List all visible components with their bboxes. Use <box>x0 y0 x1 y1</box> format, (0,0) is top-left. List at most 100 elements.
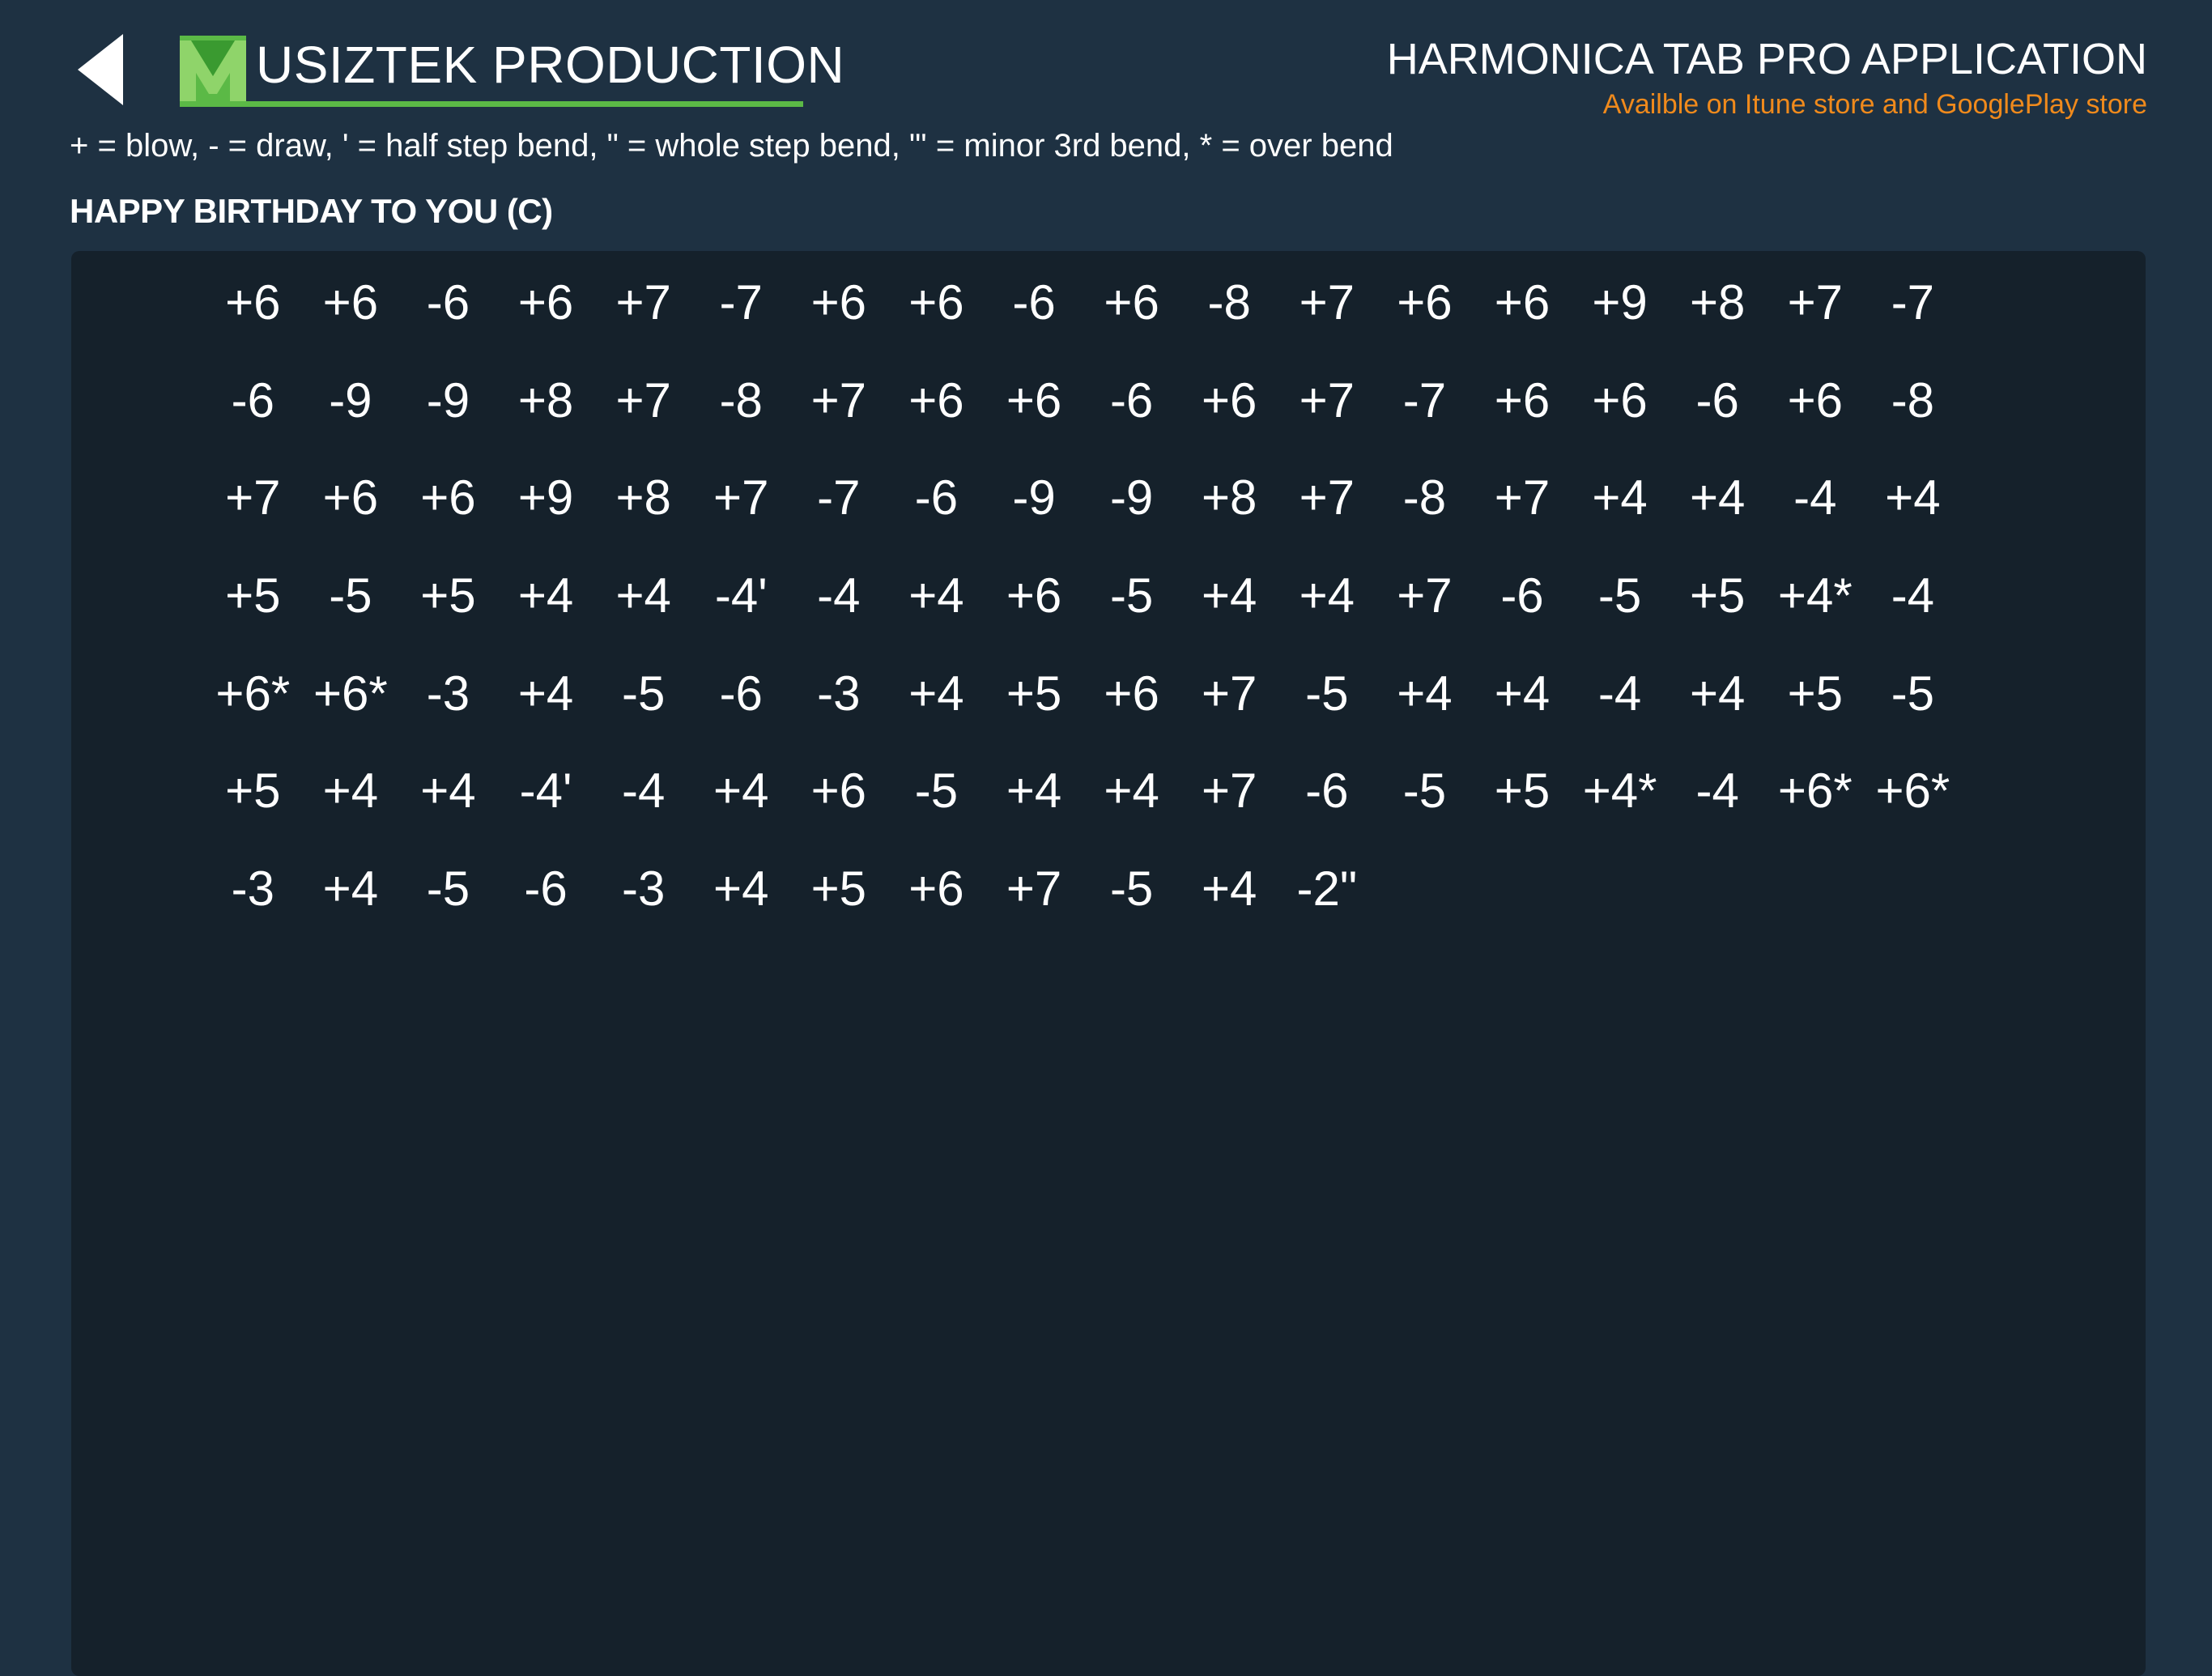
promo-block: HARMONICA TAB PRO APPLICATION Availble o… <box>1387 37 2147 118</box>
tab-note: -8 <box>719 372 763 428</box>
tab-note: -6 <box>426 275 470 330</box>
tab-note: +4 <box>1104 764 1159 819</box>
tab-note: -5 <box>1109 861 1154 917</box>
tab-note: -8 <box>1207 275 1251 330</box>
tab-note: +7 <box>1006 861 1062 917</box>
tab-note: +7 <box>1397 568 1453 623</box>
tab-note: +4 <box>322 861 379 917</box>
tab-note: +6* <box>1777 764 1853 819</box>
tab-note: +6 <box>1787 372 1843 428</box>
musiztek-logo-icon <box>180 36 246 105</box>
tab-note: -5 <box>621 666 666 721</box>
tab-note: +6 <box>322 470 379 525</box>
tab-note: +6 <box>810 764 867 819</box>
tab-note: +7 <box>1787 275 1843 330</box>
tab-note: -9 <box>329 372 372 428</box>
song-title: HAPPY BIRTHDAY TO YOU (C) <box>70 192 553 230</box>
tab-note: +5 <box>1006 666 1062 721</box>
tab-note: -5 <box>1402 764 1447 819</box>
tab-note: +6 <box>420 470 476 525</box>
tab-note: +4 <box>713 764 769 819</box>
tab-note: -5 <box>329 568 372 623</box>
tab-note: +6 <box>1006 568 1062 623</box>
tab-note: -6 <box>1695 372 1739 428</box>
tab-note: +8 <box>1689 275 1746 330</box>
tab-note: +4 <box>1202 568 1257 623</box>
tab-note: -4 <box>1891 568 1935 623</box>
tab-note: +5 <box>225 568 281 623</box>
tab-grid: +6 +6 -6 +6 +7 -7 +6 +6 -6 +6 -8 +7 +6 +6 +9 +8 +7 -7 -6 -9… <box>204 267 1962 951</box>
tab-note: -9 <box>1012 470 1056 525</box>
tab-note: +7 <box>1299 372 1355 428</box>
tab-note: +6* <box>313 666 388 721</box>
tab-note: -2" <box>1296 861 1358 917</box>
tab-note: -5 <box>914 764 959 819</box>
tab-note: -8 <box>1891 372 1935 428</box>
tab-note: +6 <box>322 275 379 330</box>
tab-note: +7 <box>1299 275 1355 330</box>
tab-note: +6 <box>1104 666 1159 721</box>
tab-note: -4 <box>621 764 666 819</box>
tab-note: -3 <box>817 666 861 721</box>
tab-note: -6 <box>231 372 274 428</box>
promo-subtitle: Availble on Itune store and GooglePlay s… <box>1602 89 2147 120</box>
tab-note: +5 <box>420 568 476 623</box>
tab-note: +6 <box>225 275 281 330</box>
tab-note: -7 <box>1891 275 1935 330</box>
tab-note: -6 <box>524 861 568 917</box>
tab-note: -5 <box>1305 666 1349 721</box>
tab-note: +5 <box>1494 764 1551 819</box>
tab-note: +4* <box>1582 764 1657 819</box>
tab-note: -4' <box>714 568 768 623</box>
tab-note: +5 <box>225 764 281 819</box>
tab-note: -3 <box>621 861 666 917</box>
tab-note: -4 <box>1793 470 1837 525</box>
brand-underline <box>180 101 803 107</box>
tab-note: +4 <box>1202 861 1257 917</box>
tab-panel[interactable]: +6 +6 -6 +6 +7 -7 +6 +6 -6 +6 -8 +7 +6 +6 +9 +8 +7 -7 -6 -9… <box>71 251 2146 1676</box>
tab-note: +9 <box>517 470 574 525</box>
tab-note: +5 <box>1689 568 1746 623</box>
tab-note: +7 <box>1202 764 1257 819</box>
tab-note: -6 <box>1500 568 1544 623</box>
tab-note: +6 <box>908 275 964 330</box>
tab-note: +4 <box>420 764 476 819</box>
notation-legend: + = blow, - = draw, ' = half step bend, … <box>70 128 1393 164</box>
tab-note: +6 <box>1397 275 1453 330</box>
tab-note: +5 <box>1787 666 1843 721</box>
tab-note: -6 <box>719 666 763 721</box>
back-button[interactable] <box>73 31 130 108</box>
tab-note: +8 <box>615 470 671 525</box>
tab-note: +9 <box>1592 275 1648 330</box>
tab-note: +7 <box>1202 666 1257 721</box>
tab-note: +6 <box>1104 275 1159 330</box>
tab-note: -6 <box>914 470 959 525</box>
tab-note: +7 <box>1299 470 1355 525</box>
tab-note: +4 <box>1006 764 1062 819</box>
tab-note: -7 <box>1402 372 1447 428</box>
tab-note: -6 <box>1012 275 1056 330</box>
tab-note: +4 <box>1299 568 1355 623</box>
tab-note: +4 <box>908 666 964 721</box>
tab-note: +7 <box>810 372 867 428</box>
tab-note: +7 <box>225 470 281 525</box>
tab-note: -6 <box>1305 764 1349 819</box>
tab-note: -4 <box>817 568 861 623</box>
tab-note: -5 <box>426 861 470 917</box>
tab-note: +7 <box>615 275 671 330</box>
tab-note: +4 <box>517 568 574 623</box>
brand-name: USIZTEK PRODUCTION <box>256 36 845 94</box>
tab-note: +4 <box>1689 470 1746 525</box>
tab-note: +8 <box>1202 470 1257 525</box>
tab-note: -7 <box>719 275 763 330</box>
tab-note: +6* <box>215 666 291 721</box>
tab-note: +6* <box>1875 764 1950 819</box>
tab-note: -5 <box>1891 666 1935 721</box>
tab-note: -3 <box>426 666 470 721</box>
tab-note: +7 <box>615 372 671 428</box>
tab-note: +6 <box>810 275 867 330</box>
brand-logo: USIZTEK PRODUCTION <box>180 32 844 108</box>
tab-note: -9 <box>426 372 470 428</box>
tab-note: +4 <box>908 568 964 623</box>
tab-note: -6 <box>1109 372 1154 428</box>
